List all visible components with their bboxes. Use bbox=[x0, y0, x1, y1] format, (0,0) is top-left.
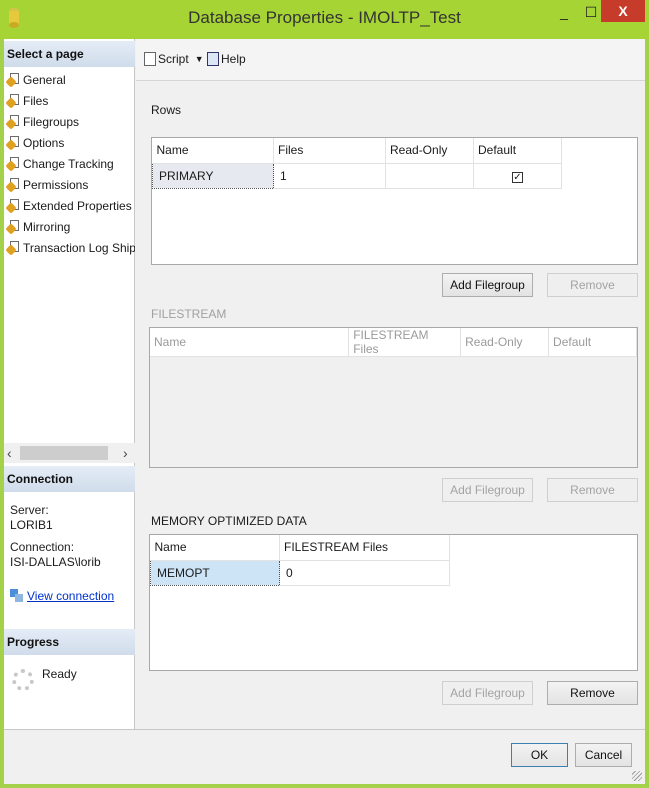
page-item-general[interactable]: General bbox=[4, 69, 135, 90]
page-list: General Files Filegroups Options Change … bbox=[4, 69, 135, 258]
read-only-cell[interactable] bbox=[385, 163, 474, 189]
memory-add-filegroup-button[interactable]: Add Filegroup bbox=[442, 681, 533, 705]
right-pane: Script ▼ Help Rows Name Files Read-Only … bbox=[136, 39, 645, 729]
column-header[interactable]: Name bbox=[150, 535, 280, 561]
rows-add-filegroup-button[interactable]: Add Filegroup bbox=[442, 273, 533, 297]
progress-spinner-icon bbox=[12, 669, 34, 691]
page-item-filegroups[interactable]: Filegroups bbox=[4, 111, 135, 132]
progress-header: Progress bbox=[4, 629, 135, 655]
server-label: Server: bbox=[10, 503, 49, 517]
page-item-label: Permissions bbox=[23, 177, 89, 192]
column-header[interactable]: FILESTREAM Files bbox=[348, 328, 462, 357]
view-connection-link[interactable]: View connection bbox=[10, 589, 114, 603]
column-header[interactable]: Read-Only bbox=[385, 138, 474, 164]
rows-section-label: Rows bbox=[151, 103, 182, 117]
rows-grid[interactable]: Name Files Read-Only Default PRIMARY 1 ✓ bbox=[151, 137, 638, 265]
page-item-label: Files bbox=[23, 93, 49, 108]
filestream-add-filegroup-button[interactable]: Add Filegroup bbox=[442, 478, 533, 502]
connection-properties-icon bbox=[10, 589, 24, 603]
script-icon bbox=[144, 52, 156, 66]
connection-info: Server: LORIB1 Connection: ISI-DALLAS\lo… bbox=[10, 503, 101, 570]
page-item-label: Change Tracking bbox=[23, 156, 114, 171]
page-item-change-tracking[interactable]: Change Tracking bbox=[4, 153, 135, 174]
dropdown-arrow-icon[interactable]: ▼ bbox=[195, 54, 204, 64]
filegroup-name-cell[interactable]: PRIMARY bbox=[152, 162, 274, 189]
column-header[interactable]: Default bbox=[473, 138, 562, 164]
toolbar: Script ▼ Help bbox=[136, 39, 645, 81]
page-item-options[interactable]: Options bbox=[4, 132, 135, 153]
filegroup-name-cell[interactable]: MEMOPT bbox=[150, 559, 280, 586]
rows-grid-header: Name Files Read-Only Default bbox=[152, 138, 562, 164]
ok-button[interactable]: OK bbox=[511, 743, 568, 767]
title-bar[interactable]: Database Properties - IMOLTP_Test _ ☐ X bbox=[0, 0, 649, 39]
page-wrench-icon bbox=[5, 241, 20, 256]
column-header[interactable]: FILESTREAM Files bbox=[279, 535, 450, 561]
page-wrench-icon bbox=[5, 199, 20, 214]
progress-area: Ready bbox=[12, 667, 77, 691]
resize-grip-icon[interactable] bbox=[632, 771, 642, 781]
scroll-right-icon[interactable]: › bbox=[123, 445, 128, 461]
filestream-grid[interactable]: Name FILESTREAM Files Read-Only Default bbox=[149, 327, 638, 468]
script-label: Script bbox=[158, 52, 189, 66]
database-properties-window: Database Properties - IMOLTP_Test _ ☐ X … bbox=[0, 0, 649, 788]
server-value: LORIB1 bbox=[10, 518, 53, 532]
left-pane: Select a page General Files Filegroups O… bbox=[4, 39, 135, 729]
column-header[interactable]: Name bbox=[152, 138, 274, 164]
memory-grid-header: Name FILESTREAM Files bbox=[150, 535, 450, 561]
close-button[interactable]: X bbox=[601, 0, 645, 22]
default-cell[interactable]: ✓ bbox=[473, 163, 562, 189]
memory-optimized-section-label: MEMORY OPTIMIZED DATA bbox=[151, 514, 307, 528]
page-item-extended-properties[interactable]: Extended Properties bbox=[4, 195, 135, 216]
page-item-label: Mirroring bbox=[23, 219, 71, 234]
help-label: Help bbox=[221, 52, 246, 66]
page-item-label: Filegroups bbox=[23, 114, 80, 129]
minimize-button[interactable]: _ bbox=[549, 0, 579, 24]
column-header[interactable]: Default bbox=[548, 328, 637, 357]
page-wrench-icon bbox=[5, 73, 20, 88]
table-row[interactable]: MEMOPT 0 bbox=[150, 559, 450, 586]
scroll-thumb[interactable] bbox=[20, 446, 108, 460]
dialog-footer: OK Cancel bbox=[4, 729, 645, 784]
select-page-header: Select a page bbox=[4, 41, 135, 67]
page-item-label: Transaction Log Shipping bbox=[23, 240, 135, 255]
cancel-button[interactable]: Cancel bbox=[575, 743, 632, 767]
page-list-scrollbar[interactable]: ‹ › bbox=[4, 443, 135, 463]
connection-value: ISI-DALLAS\lorib bbox=[10, 555, 101, 569]
page-wrench-icon bbox=[5, 94, 20, 109]
page-wrench-icon bbox=[5, 115, 20, 130]
files-count-cell: 1 bbox=[273, 163, 386, 189]
page-item-transaction-log-shipping[interactable]: Transaction Log Shipping bbox=[4, 237, 135, 258]
connection-header: Connection bbox=[4, 466, 135, 492]
page-wrench-icon bbox=[5, 157, 20, 172]
page-wrench-icon bbox=[5, 178, 20, 193]
scroll-left-icon[interactable]: ‹ bbox=[7, 445, 12, 461]
help-button[interactable]: Help bbox=[207, 52, 246, 66]
default-checkbox[interactable]: ✓ bbox=[512, 171, 523, 183]
column-header[interactable]: Files bbox=[273, 138, 386, 164]
page-wrench-icon bbox=[5, 220, 20, 235]
page-item-label: Options bbox=[23, 135, 65, 150]
page-item-label: General bbox=[23, 72, 66, 87]
view-connection-label: View connection bbox=[27, 589, 115, 603]
column-header[interactable]: Name bbox=[150, 328, 350, 357]
page-wrench-icon bbox=[5, 136, 20, 151]
page-item-label: Extended Properties bbox=[23, 198, 132, 213]
rows-remove-button[interactable]: Remove bbox=[547, 273, 638, 297]
progress-status: Ready bbox=[42, 667, 77, 681]
help-icon bbox=[207, 52, 219, 66]
filestream-files-cell: 0 bbox=[279, 560, 450, 586]
table-row[interactable]: PRIMARY 1 ✓ bbox=[152, 162, 562, 189]
column-header[interactable]: Read-Only bbox=[460, 328, 550, 357]
filestream-grid-header: Name FILESTREAM Files Read-Only Default bbox=[150, 328, 637, 357]
page-item-permissions[interactable]: Permissions bbox=[4, 174, 135, 195]
script-button[interactable]: Script ▼ bbox=[144, 52, 204, 66]
filestream-section-label: FILESTREAM bbox=[151, 307, 227, 321]
connection-label: Connection: bbox=[10, 540, 75, 554]
memory-optimized-grid[interactable]: Name FILESTREAM Files MEMOPT 0 bbox=[149, 534, 638, 671]
filestream-remove-button[interactable]: Remove bbox=[547, 478, 638, 502]
page-item-files[interactable]: Files bbox=[4, 90, 135, 111]
page-item-mirroring[interactable]: Mirroring bbox=[4, 216, 135, 237]
memory-remove-button[interactable]: Remove bbox=[547, 681, 638, 705]
